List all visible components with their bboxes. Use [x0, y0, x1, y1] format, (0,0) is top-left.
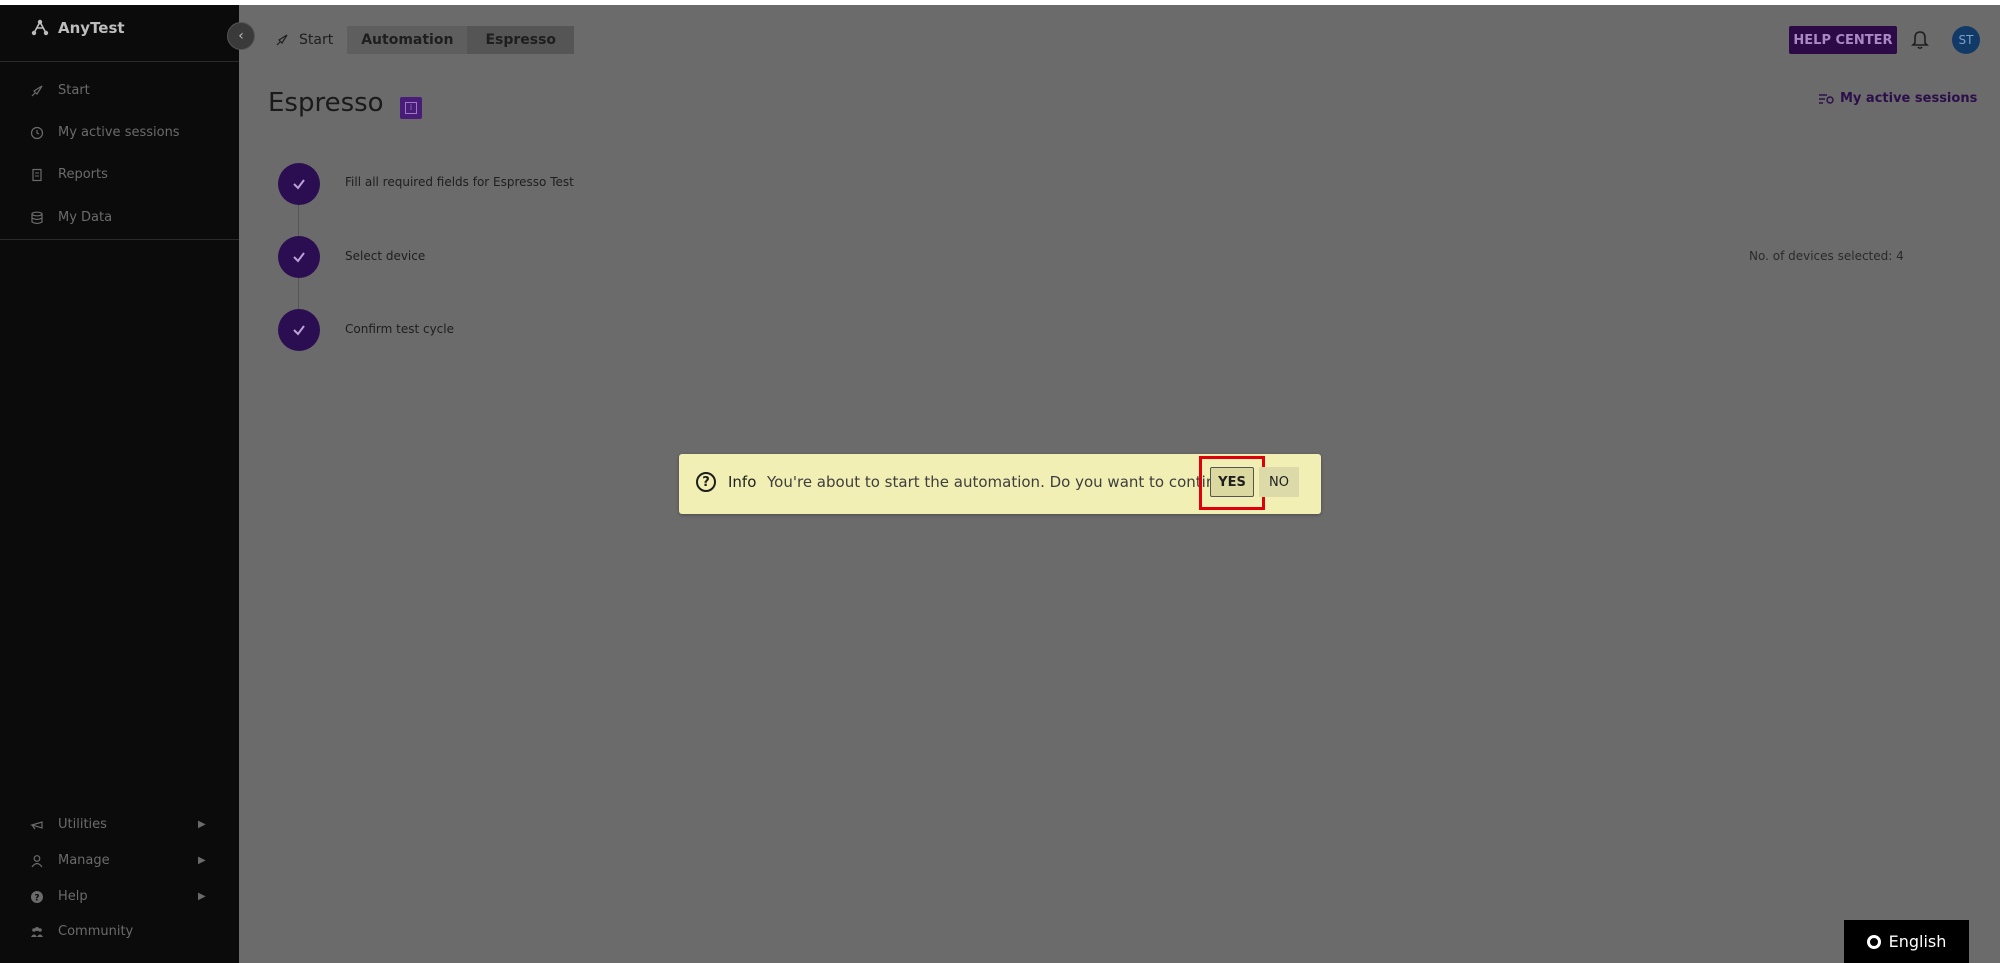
help-center-button[interactable]: HELP CENTER [1789, 26, 1897, 54]
sidebar-item-reports[interactable]: Reports [30, 167, 108, 182]
community-icon [31, 926, 43, 937]
sidebar: AnyTest Start My active sessions Reports… [0, 5, 239, 963]
sidebar-item-utilities[interactable]: Utilities ▶ [30, 817, 206, 832]
language-label: English [1888, 932, 1947, 951]
step-connector [298, 278, 299, 310]
database-icon [31, 211, 43, 224]
step-1-label: Fill all required fields for Espresso Te… [345, 175, 574, 189]
step-1-done [278, 163, 320, 205]
sidebar-item-help[interactable]: ? Help ▶ [30, 889, 206, 904]
sidebar-item-label: Manage [58, 853, 110, 868]
dialog-message: You're about to start the automation. Do… [767, 473, 1243, 491]
sidebar-item-start[interactable]: Start [30, 83, 90, 98]
app-name: AnyTest [58, 19, 125, 37]
svg-text:?: ? [34, 893, 39, 903]
app-logo[interactable]: AnyTest [30, 19, 125, 37]
sidebar-divider [0, 239, 239, 240]
step-3-done [278, 309, 320, 351]
filter-sessions-icon [1819, 93, 1834, 104]
collapse-sidebar-button[interactable]: ‹ [227, 22, 255, 50]
sidebar-item-label: Help [58, 889, 88, 904]
language-selector[interactable]: English [1844, 920, 1969, 963]
clock-icon [30, 126, 44, 139]
breadcrumb-espresso[interactable]: Espresso [467, 26, 575, 54]
step-connector [298, 205, 299, 237]
sidebar-item-label: My Data [58, 210, 113, 225]
sidebar-item-my-data[interactable]: My Data [30, 210, 112, 225]
checkmark-icon [293, 325, 305, 336]
sidebar-item-community[interactable]: Community [30, 924, 133, 939]
help-icon: ? [31, 890, 43, 903]
sidebar-item-my-active-sessions[interactable]: My active sessions [30, 125, 180, 140]
rocket-icon [31, 84, 43, 96]
avatar[interactable]: ST [1952, 26, 1980, 54]
sidebar-item-label: Reports [58, 167, 108, 182]
report-icon [32, 168, 42, 181]
checkmark-icon [293, 252, 305, 263]
step-2-done [278, 236, 320, 278]
info-dialog: ? Info You're about to start the automat… [679, 454, 1321, 514]
sidebar-item-label: Start [58, 83, 90, 98]
rocket-icon [276, 34, 288, 46]
logo-icon [31, 19, 49, 36]
person-icon [31, 854, 43, 867]
page-title: Espresso [268, 88, 384, 118]
sidebar-item-manage[interactable]: Manage ▶ [30, 853, 206, 868]
breadcrumb: Start Automation Espresso [265, 26, 575, 54]
bell-icon[interactable] [1911, 30, 1929, 50]
sidebar-item-label: Community [58, 924, 134, 939]
breadcrumb-start-label: Start [299, 32, 334, 48]
dialog-title: Info [728, 473, 757, 491]
breadcrumb-start[interactable]: Start [265, 26, 348, 54]
info-icon[interactable]: i [400, 97, 422, 119]
step-3-label: Confirm test cycle [345, 322, 454, 336]
question-icon: ? [696, 472, 716, 492]
devices-selected-count: No. of devices selected: 4 [1749, 249, 1904, 263]
my-active-sessions-link[interactable]: My active sessions [1818, 91, 1977, 106]
chevron-left-icon: ‹ [238, 28, 244, 44]
checkmark-icon [293, 179, 305, 190]
sidebar-item-label: My active sessions [58, 125, 180, 140]
no-button[interactable]: NO [1259, 467, 1299, 497]
sidebar-item-label: Utilities [58, 817, 107, 832]
expand-arrow-icon: ▶ [198, 819, 206, 830]
utilities-icon [30, 820, 43, 829]
sidebar-divider [0, 61, 239, 62]
language-ring-icon [1866, 934, 1881, 949]
expand-arrow-icon: ▶ [198, 891, 206, 902]
breadcrumb-automation[interactable]: Automation [347, 26, 468, 54]
breadcrumb-espresso-label: Espresso [485, 32, 557, 48]
my-active-sessions-label: My active sessions [1840, 91, 1978, 106]
yes-button[interactable]: YES [1210, 467, 1254, 497]
top-strip [0, 0, 2000, 5]
step-2-label: Select device [345, 249, 426, 263]
expand-arrow-icon: ▶ [198, 855, 206, 866]
breadcrumb-automation-label: Automation [361, 32, 454, 48]
